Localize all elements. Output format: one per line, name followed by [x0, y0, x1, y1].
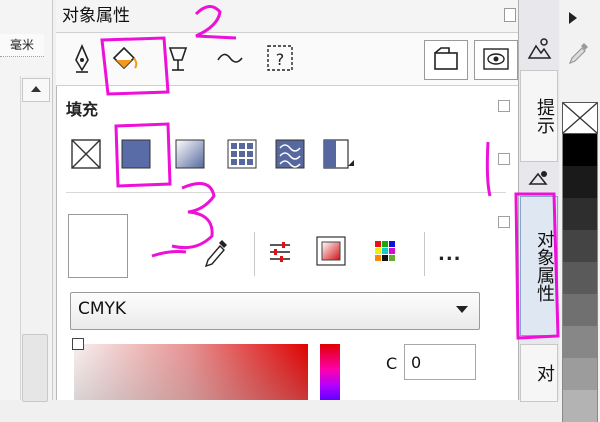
annotation-stroke	[485, 141, 492, 197]
annotation-docker-tab-box	[514, 192, 560, 340]
annotation-mark-2	[194, 5, 237, 40]
annotation-fill-tab-box	[100, 36, 170, 96]
annotation-tail	[151, 250, 187, 258]
annotation-mark-3	[171, 182, 216, 250]
annotation-layer	[100, 5, 560, 340]
annotation-uniform-fill-box	[114, 122, 172, 188]
